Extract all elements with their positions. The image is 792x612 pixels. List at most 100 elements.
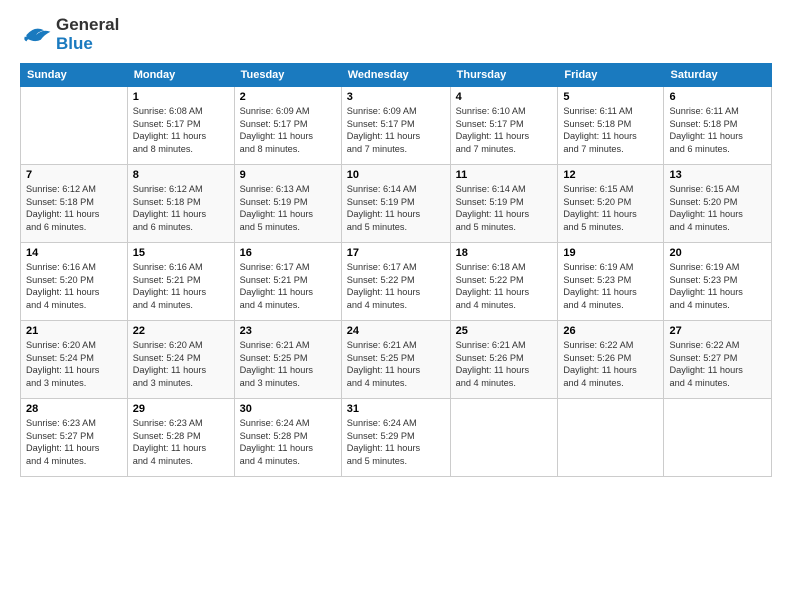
day-info: Sunrise: 6:24 AM Sunset: 5:28 PM Dayligh… [240,417,336,467]
calendar-cell: 19Sunrise: 6:19 AM Sunset: 5:23 PM Dayli… [558,243,664,321]
day-info: Sunrise: 6:08 AM Sunset: 5:17 PM Dayligh… [133,105,229,155]
day-number: 2 [240,91,336,103]
day-number: 1 [133,91,229,103]
day-info: Sunrise: 6:11 AM Sunset: 5:18 PM Dayligh… [669,105,766,155]
calendar-cell: 7 Sunrise: 6:12 AM Sunset: 5:18 PM Daylig… [21,165,128,243]
day-number: 24 [347,325,445,337]
day-info: Sunrise: 6:22 AM Sunset: 5:27 PM Dayligh… [669,339,766,389]
day-number: 21 [26,325,122,337]
calendar-cell: 2 Sunrise: 6:09 AM Sunset: 5:17 PM Daylig… [234,87,341,165]
day-number: 10 [347,169,445,181]
day-info: Sunrise: 6:21 AM Sunset: 5:26 PM Dayligh… [456,339,553,389]
day-info: Sunrise: 6:11 AM Sunset: 5:18 PM Dayligh… [563,105,658,155]
day-number: 17 [347,247,445,259]
calendar-cell: 27 Sunrise: 6:22 AM Sunset: 5:27 PM Dayli… [664,321,772,399]
day-info: Sunrise: 6:14 AM Sunset: 5:19 PM Dayligh… [347,183,445,233]
day-number: 7 [26,169,122,181]
calendar-cell: 5Sunrise: 6:11 AM Sunset: 5:18 PM Daylig… [558,87,664,165]
day-info: Sunrise: 6:19 AM Sunset: 5:23 PM Dayligh… [669,261,766,311]
day-info: Sunrise: 6:09 AM Sunset: 5:17 PM Dayligh… [240,105,336,155]
day-info: Sunrise: 6:15 AM Sunset: 5:20 PM Dayligh… [563,183,658,233]
logo-icon [20,23,52,47]
day-info: Sunrise: 6:17 AM Sunset: 5:21 PM Dayligh… [240,261,336,311]
calendar-cell [21,87,128,165]
day-number: 15 [133,247,229,259]
day-info: Sunrise: 6:17 AM Sunset: 5:22 PM Dayligh… [347,261,445,311]
calendar-cell: 8Sunrise: 6:12 AM Sunset: 5:18 PM Daylig… [127,165,234,243]
calendar-cell: 31 Sunrise: 6:24 AM Sunset: 5:29 PM Dayli… [341,399,450,477]
day-number: 19 [563,247,658,259]
calendar-cell: 29 Sunrise: 6:23 AM Sunset: 5:28 PM Dayli… [127,399,234,477]
calendar-cell: 16 Sunrise: 6:17 AM Sunset: 5:21 PM Dayli… [234,243,341,321]
calendar-cell: 15Sunrise: 6:16 AM Sunset: 5:21 PM Dayli… [127,243,234,321]
calendar-cell: 12 Sunrise: 6:15 AM Sunset: 5:20 PM Dayli… [558,165,664,243]
day-number: 9 [240,169,336,181]
day-info: Sunrise: 6:12 AM Sunset: 5:18 PM Dayligh… [26,183,122,233]
calendar-cell: 17 Sunrise: 6:17 AM Sunset: 5:22 PM Dayli… [341,243,450,321]
day-number: 22 [133,325,229,337]
day-number: 12 [563,169,658,181]
calendar-cell [450,399,558,477]
calendar-cell [558,399,664,477]
day-number: 14 [26,247,122,259]
calendar-cell: 18Sunrise: 6:18 AM Sunset: 5:22 PM Dayli… [450,243,558,321]
day-info: Sunrise: 6:13 AM Sunset: 5:19 PM Dayligh… [240,183,336,233]
day-number: 26 [563,325,658,337]
calendar-cell: 20 Sunrise: 6:19 AM Sunset: 5:23 PM Dayli… [664,243,772,321]
calendar-table: SundayMondayTuesdayWednesdayThursdayFrid… [20,63,772,477]
col-header-sunday: Sunday [21,64,128,87]
calendar-cell: 14Sunrise: 6:16 AM Sunset: 5:20 PM Dayli… [21,243,128,321]
col-header-friday: Friday [558,64,664,87]
day-number: 4 [456,91,553,103]
col-header-tuesday: Tuesday [234,64,341,87]
day-info: Sunrise: 6:20 AM Sunset: 5:24 PM Dayligh… [26,339,122,389]
day-number: 11 [456,169,553,181]
calendar-cell: 4 Sunrise: 6:10 AM Sunset: 5:17 PM Daylig… [450,87,558,165]
col-header-saturday: Saturday [664,64,772,87]
day-number: 18 [456,247,553,259]
calendar-cell [664,399,772,477]
logo-line2: Blue [56,35,119,54]
day-number: 16 [240,247,336,259]
calendar-cell: 23 Sunrise: 6:21 AM Sunset: 5:25 PM Dayli… [234,321,341,399]
logo-line1: General [56,16,119,35]
calendar-cell: 24 Sunrise: 6:21 AM Sunset: 5:25 PM Dayli… [341,321,450,399]
day-number: 20 [669,247,766,259]
day-info: Sunrise: 6:24 AM Sunset: 5:29 PM Dayligh… [347,417,445,467]
calendar-cell: 6 Sunrise: 6:11 AM Sunset: 5:18 PM Daylig… [664,87,772,165]
day-info: Sunrise: 6:23 AM Sunset: 5:27 PM Dayligh… [26,417,122,467]
calendar-cell: 26 Sunrise: 6:22 AM Sunset: 5:26 PM Dayli… [558,321,664,399]
calendar-cell: 3 Sunrise: 6:09 AM Sunset: 5:17 PM Daylig… [341,87,450,165]
day-number: 27 [669,325,766,337]
col-header-wednesday: Wednesday [341,64,450,87]
day-info: Sunrise: 6:10 AM Sunset: 5:17 PM Dayligh… [456,105,553,155]
day-number: 30 [240,403,336,415]
day-info: Sunrise: 6:23 AM Sunset: 5:28 PM Dayligh… [133,417,229,467]
day-number: 8 [133,169,229,181]
calendar-cell: 10 Sunrise: 6:14 AM Sunset: 5:19 PM Dayli… [341,165,450,243]
calendar-cell: 13 Sunrise: 6:15 AM Sunset: 5:20 PM Dayli… [664,165,772,243]
day-number: 6 [669,91,766,103]
page-header: General Blue [20,16,772,53]
day-number: 3 [347,91,445,103]
calendar-cell: 28 Sunrise: 6:23 AM Sunset: 5:27 PM Dayli… [21,399,128,477]
col-header-monday: Monday [127,64,234,87]
day-number: 25 [456,325,553,337]
col-header-thursday: Thursday [450,64,558,87]
day-info: Sunrise: 6:21 AM Sunset: 5:25 PM Dayligh… [240,339,336,389]
calendar-cell: 9 Sunrise: 6:13 AM Sunset: 5:19 PM Daylig… [234,165,341,243]
calendar-cell: 11Sunrise: 6:14 AM Sunset: 5:19 PM Dayli… [450,165,558,243]
calendar-cell: 21 Sunrise: 6:20 AM Sunset: 5:24 PM Dayli… [21,321,128,399]
day-number: 29 [133,403,229,415]
day-info: Sunrise: 6:21 AM Sunset: 5:25 PM Dayligh… [347,339,445,389]
day-info: Sunrise: 6:15 AM Sunset: 5:20 PM Dayligh… [669,183,766,233]
day-number: 28 [26,403,122,415]
day-info: Sunrise: 6:09 AM Sunset: 5:17 PM Dayligh… [347,105,445,155]
calendar-cell: 25 Sunrise: 6:21 AM Sunset: 5:26 PM Dayli… [450,321,558,399]
logo: General Blue [20,16,119,53]
day-number: 23 [240,325,336,337]
day-number: 31 [347,403,445,415]
calendar-cell: 22Sunrise: 6:20 AM Sunset: 5:24 PM Dayli… [127,321,234,399]
day-number: 13 [669,169,766,181]
day-info: Sunrise: 6:22 AM Sunset: 5:26 PM Dayligh… [563,339,658,389]
